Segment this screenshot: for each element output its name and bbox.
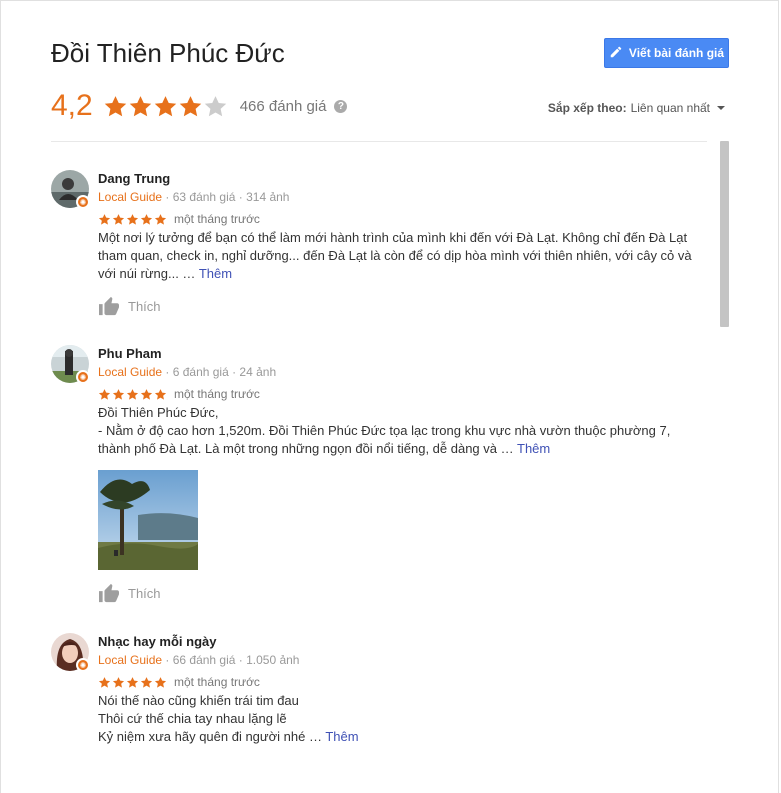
review-text: Đồi Thiên Phúc Đức, - Nằm ở độ cao hơn 1… xyxy=(98,404,708,458)
reviewer-name[interactable]: Phu Pham xyxy=(98,345,708,363)
like-button[interactable]: Thích xyxy=(98,296,708,316)
like-label: Thích xyxy=(128,585,161,601)
star-icon xyxy=(179,95,201,116)
review-photo[interactable] xyxy=(98,470,198,570)
sort-control[interactable]: Sắp xếp theo: Liên quan nhất xyxy=(548,101,725,115)
star-icon xyxy=(126,676,139,688)
like-label: Thích xyxy=(128,298,161,314)
thumbs-up-icon xyxy=(99,296,119,316)
more-link[interactable]: Thêm xyxy=(199,266,232,281)
help-icon[interactable]: ? xyxy=(334,99,348,113)
local-guide-badge-icon: ✺ xyxy=(76,658,90,672)
review-stars xyxy=(98,213,167,226)
review-count: 466 đánh giá xyxy=(239,97,327,115)
reviewer-stats: · 63 đánh giá · 314 ảnh xyxy=(162,190,290,204)
review-line: Đồi Thiên Phúc Đức, xyxy=(98,405,219,420)
review-line: Một nơi lý tưởng để bạn có thể làm mới h… xyxy=(98,230,688,245)
local-guide-label: Local Guide xyxy=(98,190,163,204)
review-time: một tháng trước xyxy=(174,675,260,689)
review-rating: một tháng trước xyxy=(98,673,708,691)
thumbs-up-icon xyxy=(99,583,119,603)
ellipsis: … xyxy=(178,266,199,281)
like-button[interactable]: Thích xyxy=(98,583,708,603)
review-text: Nói thế nào cũng khiến trái tim đau Thôi… xyxy=(98,692,708,746)
local-guide-label: Local Guide xyxy=(98,365,163,379)
ellipsis: … xyxy=(497,441,518,456)
reviewer-stats: · 6 đánh giá · 24 ảnh xyxy=(162,365,277,379)
caret-down-icon[interactable] xyxy=(717,106,725,110)
star-icon xyxy=(98,676,111,688)
review-time: một tháng trước xyxy=(174,212,260,226)
write-review-button[interactable]: Viết bài đánh giá xyxy=(604,38,729,68)
reviewer-meta: Local Guide · 6 đánh giá · 24 ảnh xyxy=(98,363,708,381)
star-empty-icon xyxy=(204,95,226,116)
review-line: với núi rừng... xyxy=(98,266,179,281)
star-icon xyxy=(112,676,125,688)
reviewer-name[interactable]: Nhạc hay mỗi ngày xyxy=(98,633,708,651)
star-icon xyxy=(154,95,176,116)
reviewer-name[interactable]: Dang Trung xyxy=(98,170,708,188)
star-icon xyxy=(98,388,111,400)
star-icon xyxy=(154,213,167,225)
write-review-label: Viết bài đánh giá xyxy=(628,46,725,60)
star-icon xyxy=(126,213,139,225)
local-guide-label: Local Guide xyxy=(98,653,163,667)
star-icon xyxy=(98,213,111,225)
review-stars xyxy=(98,676,167,689)
review-line: Kỷ niệm xưa hãy quên đi người nhé xyxy=(98,729,306,744)
star-icon xyxy=(129,95,151,116)
star-icon xyxy=(140,388,153,400)
place-title: Đồi Thiên Phúc Đức xyxy=(51,38,285,68)
sort-label: Sắp xếp theo: xyxy=(547,101,627,115)
pencil-icon xyxy=(609,45,623,62)
rating-summary: 4,2 466 đánh giá ? xyxy=(51,86,348,126)
reviewer-stats: · 66 đánh giá · 1.050 ảnh xyxy=(162,653,300,667)
review-rating: một tháng trước xyxy=(98,210,708,228)
scrollbar-thumb[interactable] xyxy=(720,141,729,327)
rating-stars xyxy=(103,94,228,119)
reviewer-meta: Local Guide · 63 đánh giá · 314 ảnh xyxy=(98,188,708,206)
ellipsis: … xyxy=(305,729,326,744)
review-time: một tháng trước xyxy=(174,387,260,401)
star-icon xyxy=(154,676,167,688)
more-link[interactable]: Thêm xyxy=(517,441,550,456)
reviewer-meta: Local Guide · 66 đánh giá · 1.050 ảnh xyxy=(98,651,708,669)
review-line: tham quan, check in, nghỉ dưỡng... đến Đ… xyxy=(98,248,692,263)
divider xyxy=(51,141,707,142)
review-stars xyxy=(98,388,167,401)
review-line: thành phố Đà Lạt. Là một trong những ngọ… xyxy=(98,441,498,456)
more-link[interactable]: Thêm xyxy=(325,729,358,744)
review-line: - Nằm ở độ cao hơn 1,520m. Đồi Thiên Phú… xyxy=(98,423,671,438)
star-icon xyxy=(154,388,167,400)
star-icon xyxy=(140,213,153,225)
star-icon xyxy=(104,95,126,116)
review-line: Thôi cứ thế chia tay nhau lặng lẽ xyxy=(98,711,287,726)
review-line: Nói thế nào cũng khiến trái tim đau xyxy=(98,693,299,708)
star-icon xyxy=(112,388,125,400)
star-icon xyxy=(140,676,153,688)
star-icon xyxy=(126,388,139,400)
sort-dropdown[interactable]: Liên quan nhất xyxy=(631,101,710,115)
local-guide-badge-icon: ✺ xyxy=(76,370,90,384)
review-rating: một tháng trước xyxy=(98,385,708,403)
review-text: Một nơi lý tưởng để bạn có thể làm mới h… xyxy=(98,229,708,283)
local-guide-badge-icon: ✺ xyxy=(76,195,90,209)
star-icon xyxy=(112,213,125,225)
rating-score: 4,2 xyxy=(51,89,93,122)
